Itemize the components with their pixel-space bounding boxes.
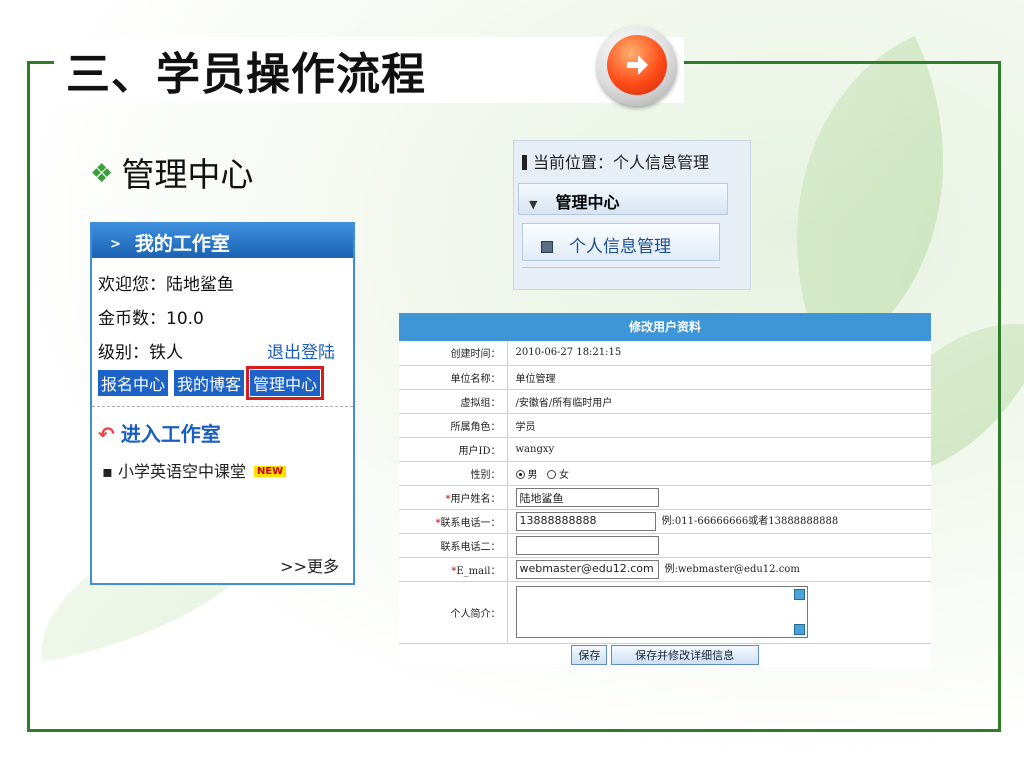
form-row: 创建时间： 2010-06-27 18:21:15 [399, 341, 931, 366]
form-row: 保存 保存并修改详细信息 [399, 643, 931, 667]
workspace-panel: > 我的工作室 欢迎您：陆地鲨鱼 金币数：10.0 级别：铁人 退出登陆 报名中心… [90, 222, 355, 585]
workspace-header-label: 我的工作室 [134, 233, 230, 255]
uid-label: 用户ID： [399, 437, 508, 462]
breadcrumb: 当前位置：个人信息管理 [522, 149, 709, 173]
phone1-label-text: 联系电话一： [440, 517, 501, 529]
gender-male-label: 男 [527, 469, 538, 481]
phone1-example: 例:011-66666666或者13888888888 [661, 515, 839, 527]
divider [92, 406, 353, 407]
name-label: *用户姓名： [399, 485, 508, 510]
created-value: 2010-06-27 18:21:15 [507, 341, 931, 366]
more-link[interactable]: >>更多 [280, 553, 339, 577]
gender-female-label: 女 [559, 469, 570, 481]
form-row: 所属角色： 学员 [399, 413, 931, 438]
form-row: *联系电话一： 13888888888 例:011-66666666或者13888… [399, 509, 931, 534]
name-input[interactable]: 陆地鲨鱼 [515, 487, 659, 507]
section-title: ❖ 管理中心 [90, 148, 253, 196]
admin-center-button[interactable]: 管理中心 [246, 366, 325, 400]
form-row: 性别： 男 女 [399, 461, 931, 486]
coins-text: 金币数：10.0 [98, 309, 204, 329]
email-label: *E_mail： [399, 557, 508, 582]
role-value: 学员 [507, 413, 931, 438]
my-blog-button[interactable]: 我的博客 [174, 370, 245, 396]
email-example: 例:webmaster@edu12.com [664, 563, 800, 575]
scroll-up-icon[interactable] [793, 589, 805, 600]
form-row: 用户ID： wangxy [399, 437, 931, 462]
next-arrow-button[interactable] [597, 26, 677, 106]
phone1-cell: 13888888888 例:011-66666666或者13888888888 [507, 509, 931, 534]
group-value: /安徽省/所有临时用户 [507, 389, 931, 414]
created-label: 创建时间： [399, 341, 508, 366]
section-title-text: 管理中心 [121, 155, 254, 194]
email-label-text: E_mail： [456, 565, 501, 577]
form-row: 个人简介： [399, 581, 931, 644]
enter-workspace-link[interactable]: ↶ 进入工作室 [98, 418, 221, 447]
edit-user-form: 修改用户资料 创建时间： 2010-06-27 18:21:15 单位名称： 单位管… [399, 313, 931, 667]
diamond-bullet-icon: ❖ [90, 159, 114, 189]
bio-textarea[interactable] [515, 586, 808, 638]
bio-label: 个人简介： [399, 581, 508, 644]
name-cell: 陆地鲨鱼 [507, 485, 931, 510]
return-arrow-icon: ↶ [98, 422, 115, 446]
workspace-buttons: 报名中心 我的博客 管理中心 [98, 366, 326, 400]
form-row: 联系电话二： [399, 533, 931, 558]
scroll-down-icon[interactable] [793, 624, 805, 635]
form-row: *用户姓名： 陆地鲨鱼 [399, 485, 931, 510]
course-item[interactable]: ▪ 小学英语空中课堂 NEW [102, 458, 287, 482]
slide: 三、学员操作流程 ❖ 管理中心 > 我的工作室 欢迎您：陆地鲨鱼 金币数：10.0 … [0, 0, 1024, 768]
phone2-cell [507, 533, 931, 558]
triangle-down-icon: ▼ [529, 198, 538, 211]
enter-workspace-label: 进入工作室 [120, 422, 221, 446]
phone2-label: 联系电话二： [399, 533, 508, 558]
square-bullet-icon [541, 241, 553, 253]
group-label: 虚拟组： [399, 389, 508, 414]
email-input[interactable]: webmaster@edu12.com [515, 559, 659, 579]
gender-label: 性别： [399, 461, 508, 486]
form-title: 修改用户资料 [399, 313, 931, 341]
course-title: 小学英语空中课堂 [117, 462, 246, 481]
nav-item-label: 个人信息管理 [569, 237, 671, 257]
nav-group-header[interactable]: ▼ 管理中心 [518, 183, 728, 215]
unit-value: 单位管理 [507, 365, 931, 390]
unit-label: 单位名称： [399, 365, 508, 390]
save-button[interactable]: 保存 [571, 645, 608, 666]
role-label: 所属角色： [399, 413, 508, 438]
gender-female-radio[interactable] [547, 469, 557, 479]
gender-male-radio[interactable] [515, 469, 525, 479]
name-label-text: 用户姓名： [450, 493, 501, 505]
uid-value: wangxy [507, 437, 931, 462]
form-row: *E_mail： webmaster@edu12.com 例:webmaster@… [399, 557, 931, 582]
form-table: 创建时间： 2010-06-27 18:21:15 单位名称： 单位管理 虚拟组： /… [399, 341, 931, 667]
new-badge: NEW [253, 466, 287, 477]
form-row: 单位名称： 单位管理 [399, 365, 931, 390]
level-text: 级别：铁人 [98, 343, 183, 363]
nav-group-label: 管理中心 [555, 193, 620, 212]
chevron-right-icon: > [110, 237, 121, 252]
form-row: 虚拟组：/安徽省/所有临时用户 [399, 389, 931, 414]
phone1-input[interactable]: 13888888888 [515, 511, 656, 531]
phone1-label: *联系电话一： [399, 509, 508, 534]
slide-title: 三、学员操作流程 [66, 49, 426, 100]
welcome-text: 欢迎您：陆地鲨鱼 [98, 275, 234, 295]
signup-center-button[interactable]: 报名中心 [98, 370, 169, 396]
email-cell: webmaster@edu12.com 例:webmaster@edu12.com [507, 557, 931, 582]
nav-grip [522, 262, 720, 268]
breadcrumb-text: 当前位置：个人信息管理 [533, 153, 710, 172]
phone2-input[interactable] [515, 535, 659, 555]
form-actions: 保存 保存并修改详细信息 [399, 643, 931, 667]
workspace-header: > 我的工作室 [92, 224, 353, 258]
bio-cell [507, 581, 931, 644]
nav-item-personal-info[interactable]: 个人信息管理 [522, 223, 720, 261]
logout-link[interactable]: 退出登陆 [267, 338, 335, 363]
gender-options: 男 女 [507, 461, 931, 486]
save-and-edit-details-button[interactable]: 保存并修改详细信息 [610, 645, 759, 666]
bar-marker-icon [522, 155, 527, 170]
nav-panel: 当前位置：个人信息管理 ▼ 管理中心 个人信息管理 [513, 140, 751, 290]
arrow-right-icon [607, 35, 667, 95]
